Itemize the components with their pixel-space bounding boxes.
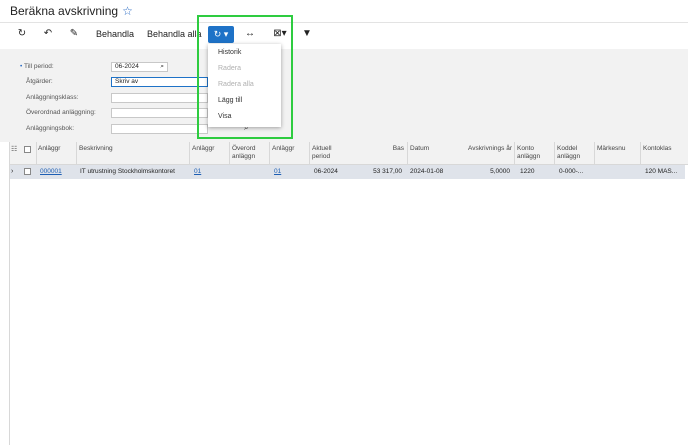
to-period-label: • Till period:: [20, 63, 54, 70]
asset-link[interactable]: 000001: [40, 165, 62, 179]
base-cell: 53 317,00: [373, 168, 402, 175]
col-parent-asset[interactable]: Överord anläggn: [232, 145, 266, 161]
years-cell: 5,0000: [490, 168, 510, 175]
col-base[interactable]: Bas: [378, 145, 404, 153]
col-asset[interactable]: Anläggr: [38, 145, 60, 153]
asset-class-label: Anläggningsklass:: [26, 94, 79, 101]
column-separator: [36, 142, 37, 164]
parent-asset-label: Överordnad anläggning:: [26, 109, 96, 116]
highlight-frame: [197, 15, 293, 139]
column-settings-icon[interactable]: ☷: [11, 145, 17, 153]
filter-form: [0, 49, 688, 142]
column-separator: [594, 142, 595, 164]
column-separator: [407, 142, 408, 164]
column-separator: [554, 142, 555, 164]
description-cell: IT utrustning Stockholmskontoret: [80, 168, 175, 175]
col-account-class[interactable]: Kontoklas: [643, 145, 672, 153]
asset-class-field[interactable]: [111, 93, 208, 103]
parent-asset-field[interactable]: [111, 108, 208, 118]
filter-icon[interactable]: ▼: [300, 27, 314, 41]
subaccount-cell: 0-000-...: [559, 168, 584, 175]
asset-class-link[interactable]: 01: [194, 165, 201, 179]
col-current-period[interactable]: Aktuell period: [312, 145, 346, 161]
to-period-field[interactable]: 06-2024 ⌕: [111, 62, 168, 72]
title-divider: [0, 22, 688, 23]
account-cell: 1220: [520, 168, 535, 175]
column-separator: [229, 142, 230, 164]
column-separator: [76, 142, 77, 164]
col-description[interactable]: Beskrivning: [79, 145, 113, 153]
search-icon[interactable]: ⌕: [160, 63, 164, 71]
edit-icon[interactable]: ✎: [67, 27, 81, 41]
column-separator: [269, 142, 270, 164]
page-title: Beräkna avskrivning ☆: [10, 4, 133, 18]
column-separator: [189, 142, 190, 164]
select-all-checkbox[interactable]: [24, 146, 31, 153]
column-separator: [640, 142, 641, 164]
account-class-cell: 120 MAS...: [645, 168, 678, 175]
refresh-icon[interactable]: ↻: [15, 27, 29, 41]
col-asset-book[interactable]: Anläggr: [272, 145, 294, 153]
col-date[interactable]: Datum: [410, 145, 429, 153]
column-separator: [309, 142, 310, 164]
col-tag-number[interactable]: Märkesnu: [597, 145, 626, 153]
col-asset-account[interactable]: Konto anläggn: [517, 145, 551, 161]
row-checkbox[interactable]: [24, 168, 31, 175]
process-all-button[interactable]: Behandla alla: [147, 27, 202, 41]
col-asset-subaccount[interactable]: Koddel anläggn: [557, 145, 591, 161]
grid-left-border: [9, 142, 10, 445]
column-separator: [514, 142, 515, 164]
col-asset-class[interactable]: Anläggr: [192, 145, 214, 153]
undo-icon[interactable]: ↶: [41, 27, 55, 41]
action-field[interactable]: Skriv av: [111, 77, 208, 87]
process-button[interactable]: Behandla: [96, 27, 134, 41]
row-pointer-icon: ›: [11, 168, 14, 175]
asset-book-link[interactable]: 01: [274, 165, 281, 179]
action-label: Åtgärder:: [26, 78, 53, 85]
asset-book-field[interactable]: [111, 124, 208, 134]
favorite-star-icon[interactable]: ☆: [122, 4, 133, 18]
col-depreciation-years[interactable]: Avskrivnings år: [462, 145, 512, 153]
asset-book-label: Anläggningsbok:: [26, 125, 75, 132]
date-cell: 2024-01-08: [410, 168, 444, 175]
period-cell: 06-2024: [314, 168, 338, 175]
